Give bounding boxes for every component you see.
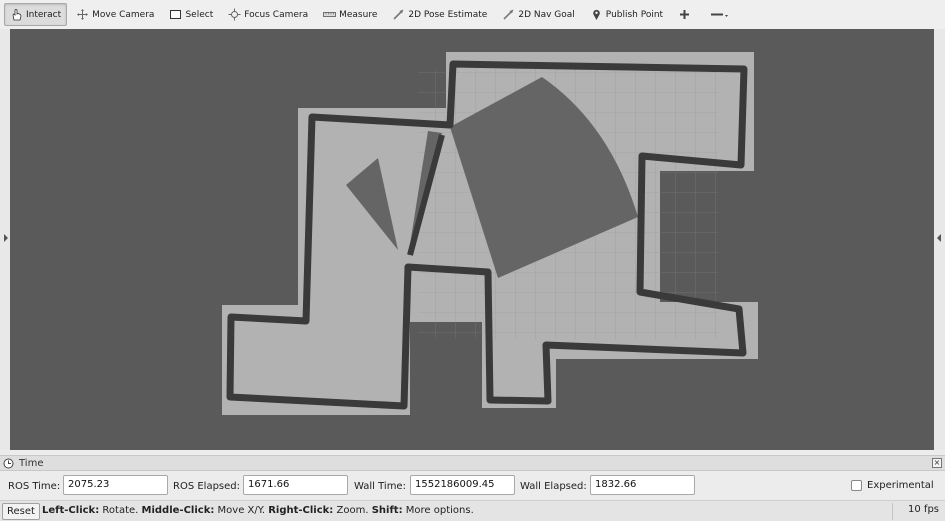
fps-readout: 10 fps [908,504,939,515]
hint-key: Shift: [371,505,403,516]
toolbar: Interact Move Camera Select Focus Camera… [0,0,945,29]
add-tool-icon [678,8,691,21]
tool-label: Focus Camera [244,9,309,20]
tool-label: Move Camera [92,9,155,20]
ros-time-field[interactable]: 2075.23 [63,475,168,495]
tool-focus-camera[interactable]: Focus Camera [222,3,314,26]
add-tool-button[interactable] [672,3,700,26]
experimental-checkbox[interactable] [851,480,862,491]
ruler-icon [323,8,337,21]
focus-camera-icon [228,8,241,21]
rviz-window: Interact Move Camera Select Focus Camera… [0,0,945,521]
move-camera-icon [76,8,89,21]
wall-time-field[interactable]: 1552186009.45 [410,475,515,495]
hint-action: Move X/Y. [217,505,266,516]
close-icon: × [933,458,941,467]
right-panel-toggle[interactable] [934,29,945,450]
tool-label: Select [185,9,214,20]
time-panel-header: Time × [0,455,945,471]
ros-elapsed-field[interactable]: 1671.66 [243,475,348,495]
tool-select[interactable]: Select [163,3,219,26]
occupancy-map [10,29,934,450]
wall-elapsed-label: Wall Elapsed: [520,481,587,492]
pose-arrow-icon [392,8,405,21]
reset-button[interactable]: Reset [2,503,40,520]
tool-2d-nav-goal[interactable]: 2D Nav Goal [496,3,580,26]
tool-publish-point[interactable]: Publish Point [584,3,669,26]
hint-action: Zoom. [336,505,369,516]
clock-icon [3,458,14,468]
tool-label: Measure [339,9,378,20]
experimental-label: Experimental [867,480,934,491]
select-box-icon [169,8,182,21]
tool-label: Publish Point [605,9,664,20]
ros-elapsed-label: ROS Elapsed: [173,481,240,492]
status-bar: Reset Left-Click: Rotate. Middle-Click: … [0,500,945,521]
hint-key: Middle-Click: [141,505,215,516]
tool-2d-pose-estimate[interactable]: 2D Pose Estimate [386,3,493,26]
more-tools-icon [709,8,731,21]
tool-label: 2D Pose Estimate [408,9,488,20]
map-pin-icon [590,8,603,21]
chevron-right-icon [937,234,941,242]
tool-label: 2D Nav Goal [518,9,575,20]
hint-key: Left-Click: [42,505,100,516]
more-tools-button[interactable] [703,3,740,26]
divider [892,503,893,520]
time-panel: ROS Time: 2075.23 ROS Elapsed: 1671.66 W… [0,472,945,500]
left-panel-toggle[interactable] [0,29,10,450]
hint-key: Right-Click: [268,505,334,516]
wall-elapsed-field[interactable]: 1832.66 [590,475,695,495]
hint-action: Rotate. [102,505,139,516]
render-viewport[interactable] [10,29,934,450]
tool-measure[interactable]: Measure [317,3,383,26]
time-panel-title: Time [19,457,44,469]
close-panel-button[interactable]: × [932,458,942,468]
tool-move-camera[interactable]: Move Camera [70,3,160,26]
wall-time-label: Wall Time: [354,481,406,492]
hand-pointer-icon [10,8,23,21]
tool-label: Interact [26,9,62,20]
tool-interact[interactable]: Interact [4,3,68,26]
chevron-left-icon [4,234,8,242]
ros-time-label: ROS Time: [8,481,61,492]
status-hint: Left-Click: Rotate. Middle-Click: Move X… [42,505,474,516]
nav-goal-arrow-icon [502,8,515,21]
hint-action: More options. [405,505,474,516]
